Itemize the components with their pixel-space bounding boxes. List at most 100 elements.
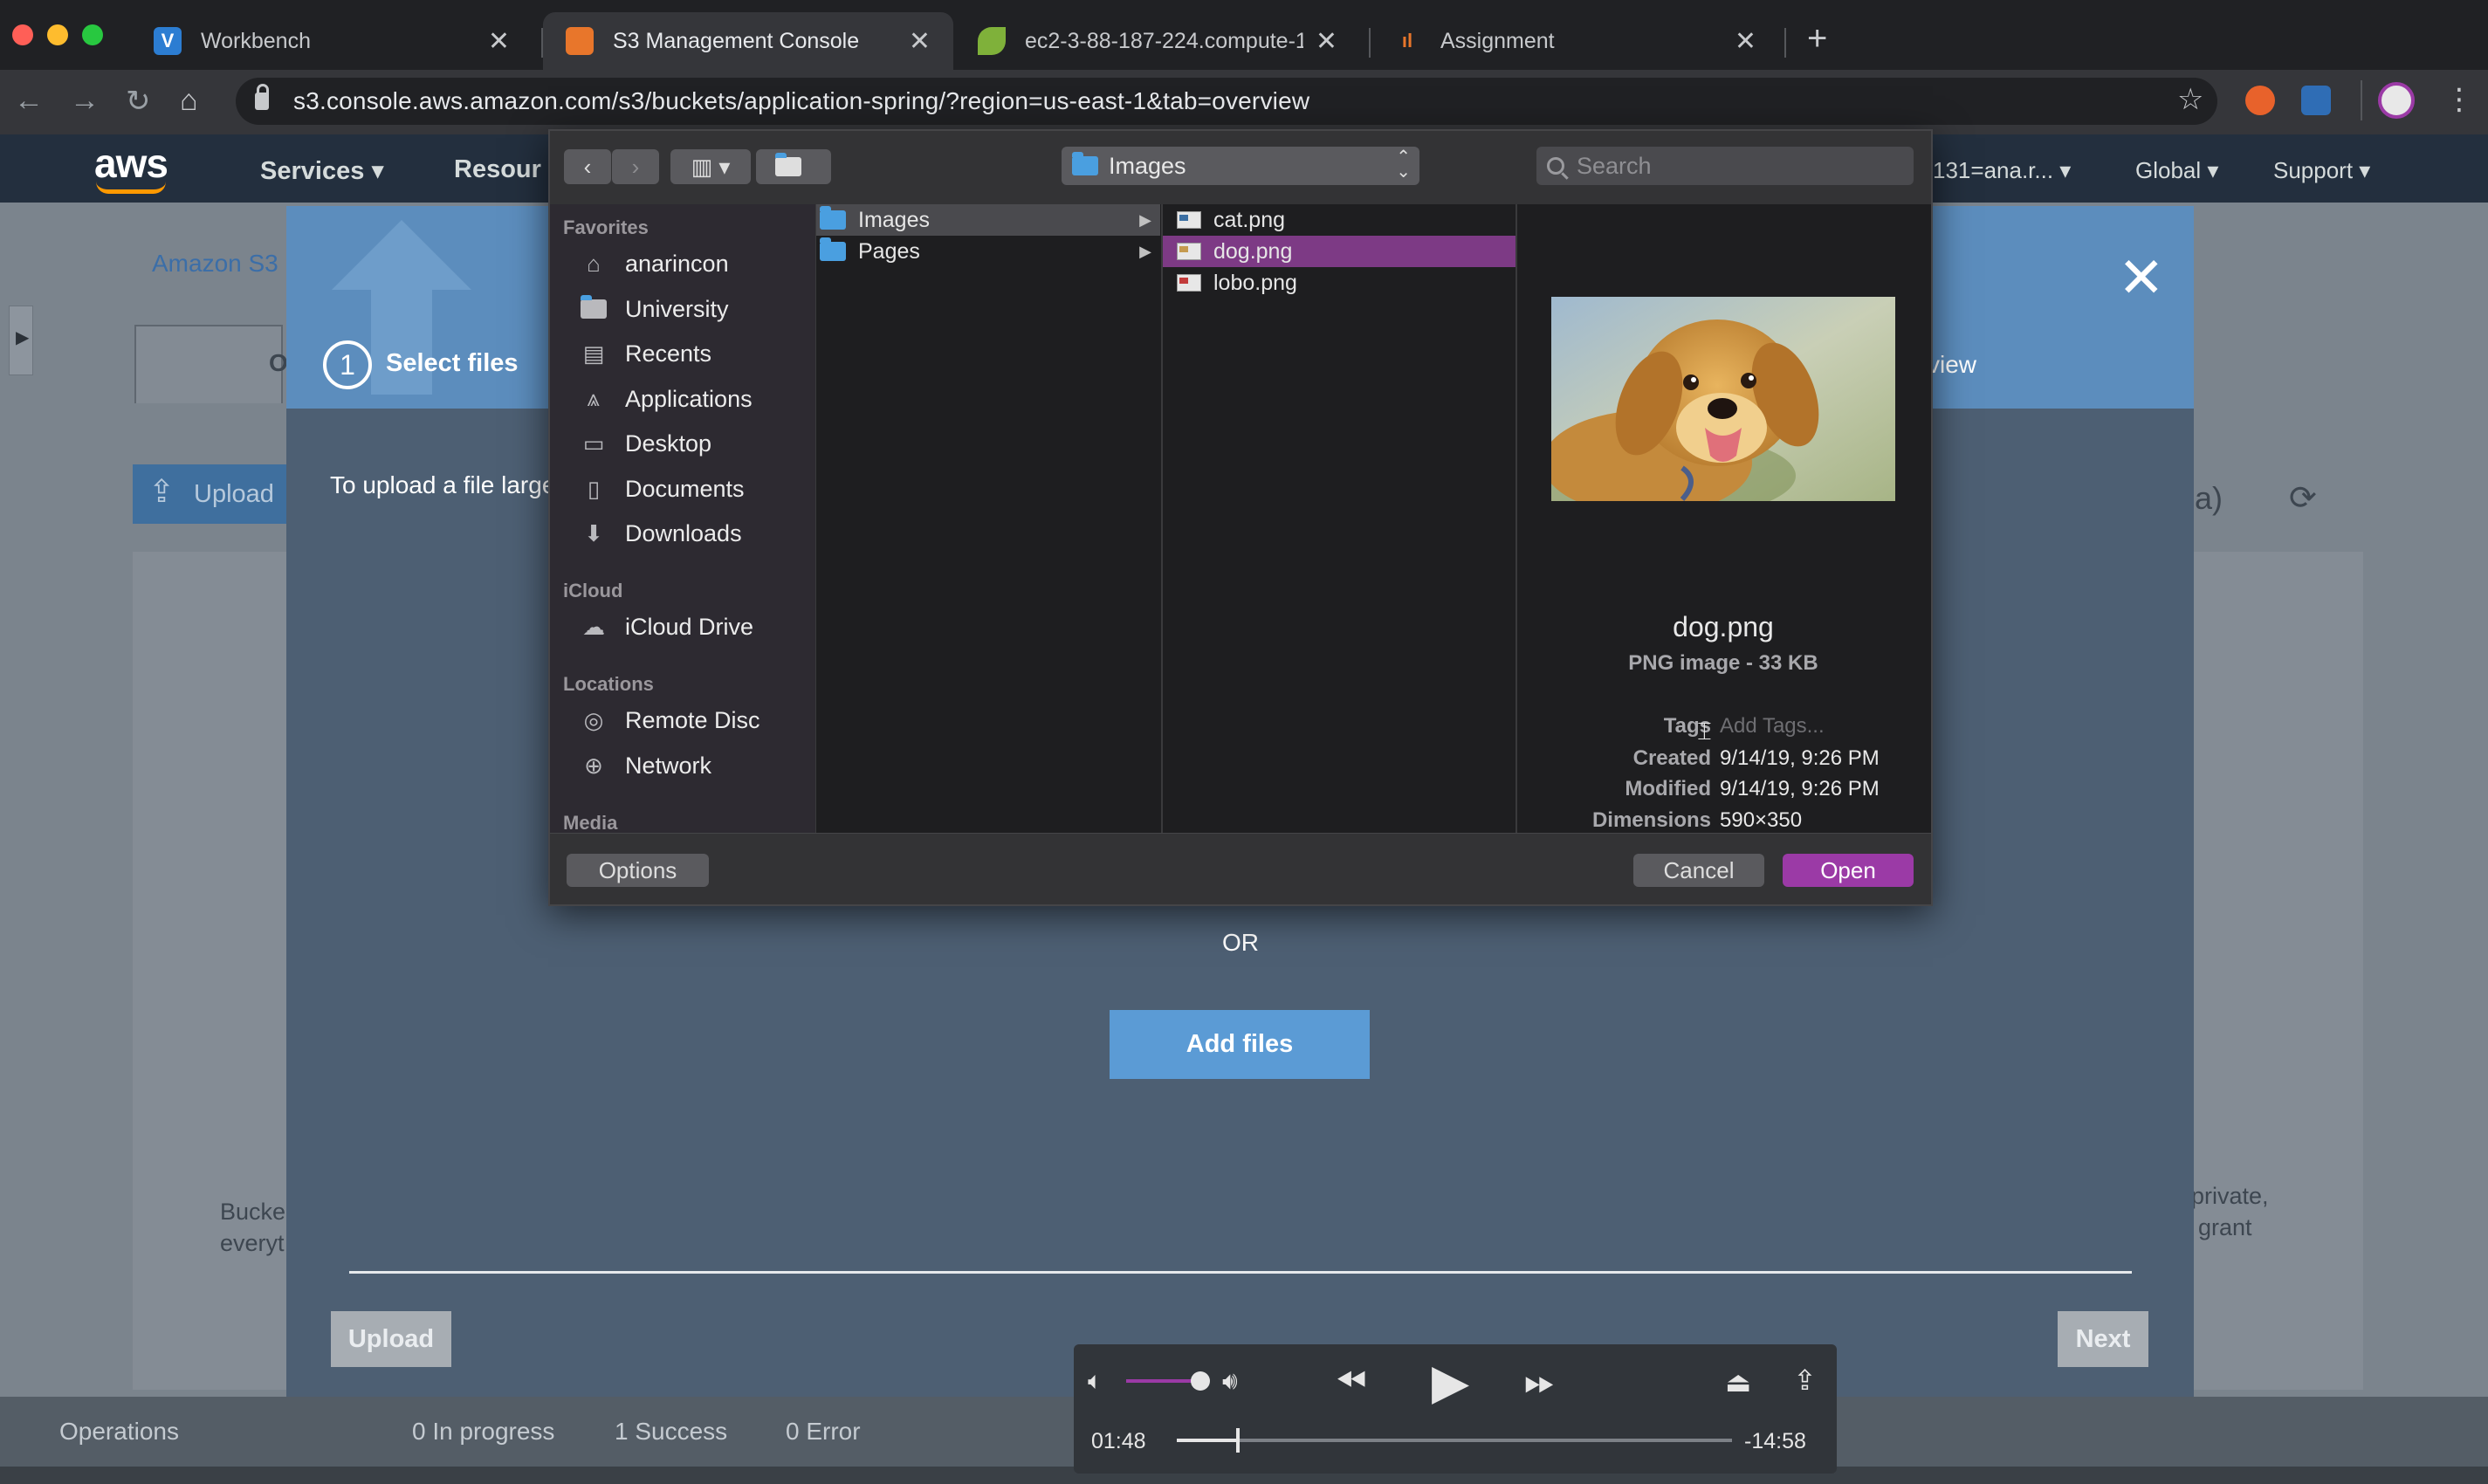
url-text: s3.console.aws.amazon.com/s3/buckets/app… bbox=[293, 87, 1310, 114]
support-menu[interactable]: Support ▾ bbox=[2273, 157, 2370, 184]
image-file-icon bbox=[1177, 211, 1201, 229]
operations-label[interactable]: Operations bbox=[59, 1418, 179, 1446]
dog-preview-image bbox=[1551, 297, 1895, 501]
extension-icon[interactable] bbox=[2245, 86, 2275, 115]
volume-slider[interactable] bbox=[1126, 1379, 1200, 1383]
resource-groups-menu[interactable]: Resour bbox=[454, 155, 541, 184]
profile-avatar[interactable] bbox=[2378, 82, 2415, 119]
image-file-icon bbox=[1177, 243, 1201, 260]
list-item-cat-png[interactable]: cat.png bbox=[1163, 204, 1515, 236]
toolbar-separator bbox=[2361, 80, 2362, 120]
bookmark-star-icon[interactable]: ☆ bbox=[2177, 82, 2203, 117]
window-close-button[interactable] bbox=[12, 24, 33, 45]
sidebar-item-desktop[interactable]: ▭ Desktop bbox=[580, 429, 711, 457]
dialog-back-button[interactable]: ‹ bbox=[564, 149, 611, 184]
forward-arrow-icon[interactable]: → bbox=[70, 84, 100, 118]
window-minimize-button[interactable] bbox=[47, 24, 68, 45]
favorites-header: Favorites bbox=[563, 216, 649, 238]
tab-overview[interactable] bbox=[134, 325, 283, 403]
dialog-forward-button[interactable]: › bbox=[612, 149, 659, 184]
sidebar-item-downloads[interactable]: ⬇ Downloads bbox=[580, 519, 741, 547]
play-icon[interactable]: ▶ bbox=[1432, 1353, 1469, 1411]
leaf-icon bbox=[978, 27, 1006, 55]
new-folder-icon bbox=[775, 153, 801, 176]
sidebar-item-icloud-drive[interactable]: ☁ iCloud Drive bbox=[580, 613, 753, 641]
tab-close-icon[interactable]: ✕ bbox=[1735, 26, 1756, 57]
fast-forward-icon[interactable]: ⏩︎ bbox=[1524, 1360, 1555, 1404]
refresh-icon[interactable]: ⟳ bbox=[2289, 478, 2317, 518]
open-button[interactable]: Open bbox=[1783, 854, 1914, 887]
aws-logo[interactable]: aws bbox=[94, 140, 168, 187]
account-menu[interactable]: 131=ana.r... ▾ bbox=[1933, 157, 2071, 184]
location-popup[interactable]: Images ⌃ ⌄ bbox=[1062, 147, 1419, 185]
icloud-header: iCloud bbox=[563, 580, 623, 601]
breadcrumb[interactable]: Amazon S3 bbox=[152, 250, 278, 278]
tab-close-icon[interactable]: ✕ bbox=[909, 26, 931, 57]
tags-field[interactable]: Add Tags... bbox=[1720, 714, 1825, 739]
new-folder-button[interactable] bbox=[756, 149, 831, 184]
documents-icon: ▯ bbox=[587, 475, 601, 502]
tab-s3-management-console[interactable]: S3 Management Console ✕ bbox=[543, 12, 953, 70]
home-icon[interactable]: ⌂ bbox=[180, 84, 198, 118]
new-tab-button[interactable]: + bbox=[1807, 19, 1827, 58]
tab-ec2-instance[interactable]: ec2-3-88-187-224.compute-1 ✕ bbox=[955, 12, 1360, 70]
close-icon[interactable]: ✕ bbox=[2118, 250, 2165, 306]
airplay-icon[interactable]: ⏏︎ bbox=[1725, 1365, 1751, 1398]
tab-close-icon[interactable]: ✕ bbox=[1316, 26, 1337, 57]
upload-info-text: To upload a file large bbox=[330, 471, 556, 498]
region-menu[interactable]: Global ▾ bbox=[2135, 157, 2218, 184]
tab-close-icon[interactable]: ✕ bbox=[488, 26, 510, 57]
browser-menu-icon[interactable]: ⋮ bbox=[2444, 82, 2474, 117]
locations-header: Locations bbox=[563, 673, 654, 695]
add-files-button[interactable]: Add files bbox=[1110, 1010, 1370, 1079]
seek-bar-progress bbox=[1177, 1439, 1238, 1442]
step-select-files[interactable]: Select files bbox=[386, 349, 519, 378]
bucket-permissions-text: private, grant bbox=[2191, 1183, 2269, 1240]
volume-slider-knob[interactable] bbox=[1191, 1371, 1210, 1391]
sidebar-item-recents[interactable]: ▤ Recents bbox=[580, 340, 711, 368]
dialog-search-field[interactable]: Search bbox=[1536, 147, 1914, 185]
volume-low-icon[interactable]: 🔈︎ bbox=[1088, 1367, 1103, 1396]
image-file-icon bbox=[1177, 274, 1201, 292]
view-mode-button[interactable]: ▥ ▾ bbox=[670, 149, 751, 184]
sidebar-item-remote-disc[interactable]: ◎ Remote Disc bbox=[580, 706, 760, 734]
sidebar-item-network[interactable]: ⊕ Network bbox=[580, 752, 711, 780]
or-label: OR bbox=[1222, 929, 1259, 956]
cancel-button[interactable]: Cancel bbox=[1633, 854, 1764, 887]
back-arrow-icon[interactable]: ← bbox=[14, 84, 44, 118]
reload-icon[interactable]: ↻ bbox=[126, 84, 151, 119]
sidebar-item-home[interactable]: ⌂ anarincon bbox=[580, 250, 728, 278]
list-item-dog-png[interactable]: dog.png bbox=[1163, 236, 1515, 267]
tab-assignment[interactable]: ıl Assignment ✕ bbox=[1371, 12, 1779, 70]
sidebar-item-applications[interactable]: ⩓ Applications bbox=[580, 385, 753, 413]
options-button[interactable]: Options bbox=[567, 854, 709, 887]
upload-button[interactable]: Upload bbox=[331, 1311, 451, 1367]
page-upload-button[interactable]: Upload bbox=[133, 464, 299, 524]
step-review[interactable]: view bbox=[1928, 351, 1976, 379]
extension-icon[interactable] bbox=[2301, 86, 2331, 115]
share-icon[interactable]: ⇪ bbox=[1793, 1364, 1817, 1397]
sidebar-item-university[interactable]: University bbox=[580, 295, 729, 323]
location-label: Images bbox=[1109, 152, 1186, 179]
tags-label: Tags bbox=[1663, 714, 1711, 738]
search-placeholder: Search bbox=[1577, 152, 1652, 179]
preview-file-name: dog.png bbox=[1673, 611, 1774, 642]
seek-bar-handle[interactable] bbox=[1236, 1428, 1240, 1453]
next-button[interactable]: Next bbox=[2058, 1311, 2148, 1367]
in-progress-count: 0 In progress bbox=[412, 1418, 555, 1445]
lock-icon bbox=[255, 84, 269, 110]
list-item-lobo-png[interactable]: lobo.png bbox=[1163, 267, 1515, 299]
rewind-icon[interactable]: ⏪︎ bbox=[1336, 1360, 1366, 1404]
services-menu[interactable]: Services ▾ bbox=[260, 155, 384, 186]
dimensions-label: Dimensions bbox=[1591, 808, 1711, 832]
volume-high-icon[interactable]: 🔊︎ bbox=[1222, 1367, 1238, 1396]
list-item-images[interactable]: Images ▶ bbox=[816, 204, 1160, 236]
seek-bar[interactable] bbox=[1177, 1439, 1732, 1442]
address-bar[interactable]: s3.console.aws.amazon.com/s3/buckets/app… bbox=[236, 78, 2217, 125]
sidebar-item-documents[interactable]: ▯ Documents bbox=[580, 475, 745, 503]
home-icon: ⌂ bbox=[587, 250, 601, 277]
list-item-pages[interactable]: Pages ▶ bbox=[816, 236, 1160, 267]
tab-workbench[interactable]: V Workbench ✕ bbox=[131, 12, 533, 70]
window-zoom-button[interactable] bbox=[82, 24, 103, 45]
folder-icon bbox=[1072, 152, 1098, 175]
